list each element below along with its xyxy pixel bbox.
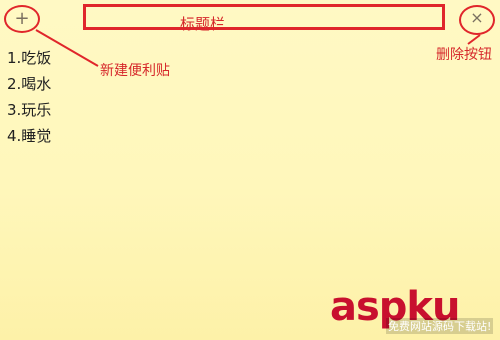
note-line: 1.吃饭 (7, 49, 52, 67)
new-note-annotation-label: 新建便利贴 (100, 63, 170, 79)
delete-annotation-label: 删除按钮 (436, 47, 492, 63)
note-line: 3.玩乐 (7, 101, 52, 119)
note-line: 2.喝水 (7, 75, 52, 93)
note-line: 4.睡觉 (7, 127, 52, 145)
note-content[interactable]: 1.吃饭 2.喝水 3.玩乐 4.睡觉 (7, 45, 51, 149)
pointer-line-close (467, 34, 481, 45)
watermark-caption: 免费网站源码下载站! (386, 318, 494, 334)
